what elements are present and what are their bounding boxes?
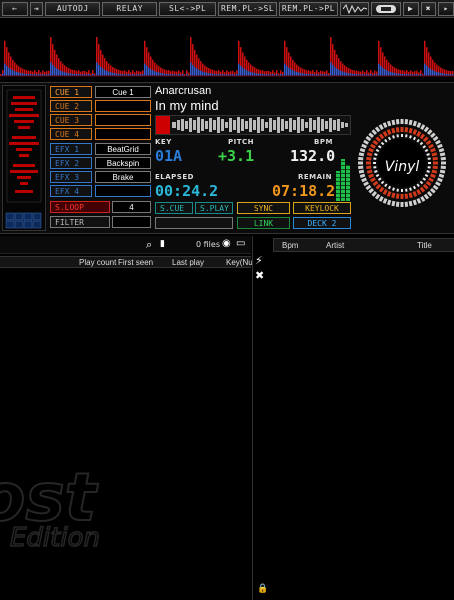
rem-pl-sl-button[interactable]: REM.PL->SL — [218, 1, 277, 16]
rem-pl-pl-button[interactable]: REM.PL->PL — [279, 1, 338, 16]
pitch-label: PITCH — [228, 138, 255, 146]
sync-button[interactable]: SYNC — [237, 202, 290, 214]
browser-column-header: Play count First seen Last play Key(Nu — [0, 256, 253, 268]
key-value: 01A — [155, 147, 183, 165]
remain-value: 07:18.2 — [272, 182, 336, 200]
tools-button[interactable]: ✖ — [420, 1, 437, 16]
column-play-count[interactable]: Play count — [79, 258, 116, 267]
watermark-line2: Edition — [10, 523, 100, 553]
track-artist: Anarcrusan — [155, 85, 212, 97]
waveform-icon — [342, 3, 367, 14]
side-list-header: Bpm Artist Title — [273, 238, 454, 252]
track-title: In my mind — [155, 98, 219, 113]
waveform-button[interactable] — [339, 1, 370, 16]
efx-2-value[interactable]: Backspin — [95, 157, 151, 169]
files-count: 0 files — [196, 240, 220, 249]
track-mini-waveform[interactable] — [155, 115, 351, 135]
cue-3-button[interactable]: CUE 3 — [50, 114, 92, 126]
bar-arrow-icon: ⇥ — [33, 4, 40, 13]
pad-grid — [5, 212, 45, 230]
bpm-label: BPM — [314, 138, 333, 146]
efx-2-button[interactable]: EFX 2 — [50, 157, 92, 169]
mixer-icon — [376, 4, 397, 13]
deck-panel: CUE 1 Cue 1 CUE 2 CUE 3 CUE 4 EFX 1 Beat… — [0, 82, 454, 234]
cue-2-value[interactable] — [95, 100, 151, 112]
add-file-icon[interactable]: ▮ — [160, 239, 165, 249]
watermark-graphic: ost Edition — [0, 458, 101, 554]
column-bpm[interactable]: Bpm — [282, 241, 298, 250]
tools-cross-icon[interactable]: ✖ — [255, 269, 269, 282]
spectrum-graphic — [6, 89, 42, 203]
tools-icon: ✖ — [425, 4, 432, 13]
sloop-value[interactable]: 4 — [112, 201, 151, 213]
mixer-button[interactable] — [371, 1, 401, 16]
cue-1-value[interactable]: Cue 1 — [95, 86, 151, 98]
level-meter-graphic — [336, 159, 350, 201]
search-icon[interactable]: ⌕ — [146, 238, 152, 252]
vinyl-mode-label[interactable]: Vinyl — [354, 159, 450, 175]
efx-3-button[interactable]: EFX 3 — [50, 171, 92, 183]
column-artist[interactable]: Artist — [326, 241, 344, 250]
keylock-button[interactable]: KEYLOCK — [293, 202, 351, 214]
overview-waveform-graphic — [0, 37, 454, 77]
vinyl-platter[interactable]: Vinyl — [354, 97, 450, 217]
relay-button[interactable]: RELAY — [102, 1, 158, 16]
elapsed-value: 00:24.2 — [155, 182, 219, 200]
deck-select-button[interactable]: DECK 2 — [293, 217, 351, 229]
cue-2-button[interactable]: CUE 2 — [50, 100, 92, 112]
monitor-icon[interactable]: ▭ — [236, 238, 245, 249]
bpm-value: 132.0 — [290, 147, 336, 165]
play-toggle-button[interactable]: ▶ — [402, 1, 419, 16]
next-icon: ▸ — [443, 4, 449, 13]
efx-4-value[interactable] — [95, 185, 151, 197]
lock-icon[interactable]: 🔒 — [257, 584, 268, 594]
column-title[interactable]: Title — [417, 241, 432, 250]
vinyl-jog-graphic — [356, 117, 448, 209]
play-icon: ▶ — [407, 4, 414, 13]
pad-grid-graphic — [5, 212, 42, 229]
watermark-logo: ost Edition — [0, 458, 240, 572]
left-spectrum-meter — [2, 85, 46, 231]
pitch-value[interactable]: +3.1 — [218, 147, 254, 165]
column-key[interactable]: Key(Nu — [226, 258, 253, 267]
efx-3-value[interactable]: Brake — [95, 171, 151, 183]
sloop-button[interactable]: S.LOOP — [50, 201, 110, 213]
link-button[interactable]: LINK — [237, 217, 290, 229]
column-first-seen[interactable]: First seen — [118, 258, 153, 267]
cue-4-value[interactable] — [95, 128, 151, 140]
browser-search-row: ⌕ ▮ 0 files ◉ ▭ — [0, 236, 251, 254]
column-last-play[interactable]: Last play — [172, 258, 204, 267]
top-toolbar: ← ⇥ AUTODJ RELAY SL<->PL REM.PL->SL REM.… — [0, 0, 454, 18]
track-overview-waveform[interactable] — [0, 20, 454, 80]
key-label: KEY — [155, 138, 172, 146]
level-meter — [336, 151, 350, 201]
filter-value[interactable] — [112, 216, 151, 228]
eye-icon[interactable]: ◉ — [222, 238, 231, 249]
side-list-tools: ⚡ ✖ — [255, 254, 269, 282]
filter-button[interactable]: FILTER — [50, 216, 110, 228]
scue-button[interactable]: S.CUE — [155, 202, 193, 214]
autodj-button[interactable]: AUTODJ — [45, 1, 101, 16]
sl-pl-button[interactable]: SL<->PL — [159, 1, 217, 16]
efx-4-button[interactable]: EFX 4 — [50, 185, 92, 197]
efx-1-button[interactable]: EFX 1 — [50, 143, 92, 155]
blank-slot-button[interactable] — [155, 217, 233, 229]
cue-4-button[interactable]: CUE 4 — [50, 128, 92, 140]
mini-waveform-graphic — [156, 116, 348, 134]
elapsed-label: ELAPSED — [155, 173, 194, 181]
cue-1-button[interactable]: CUE 1 — [50, 86, 92, 98]
eject-button[interactable]: ⇥ — [29, 1, 44, 16]
splay-button[interactable]: S.PLAY — [195, 202, 233, 214]
arrow-left-icon: ← — [12, 4, 18, 13]
side-list-panel: Bpm Artist Title ⚡ ✖ 🔒 — [252, 236, 454, 600]
efx-1-value[interactable]: BeatGrid — [95, 143, 151, 155]
cue-3-value[interactable] — [95, 114, 151, 126]
left-arrow-button[interactable]: ← — [2, 1, 28, 16]
lightning-icon[interactable]: ⚡ — [255, 254, 269, 267]
next-button[interactable]: ▸ — [438, 1, 454, 16]
remain-label: REMAIN — [298, 173, 333, 181]
